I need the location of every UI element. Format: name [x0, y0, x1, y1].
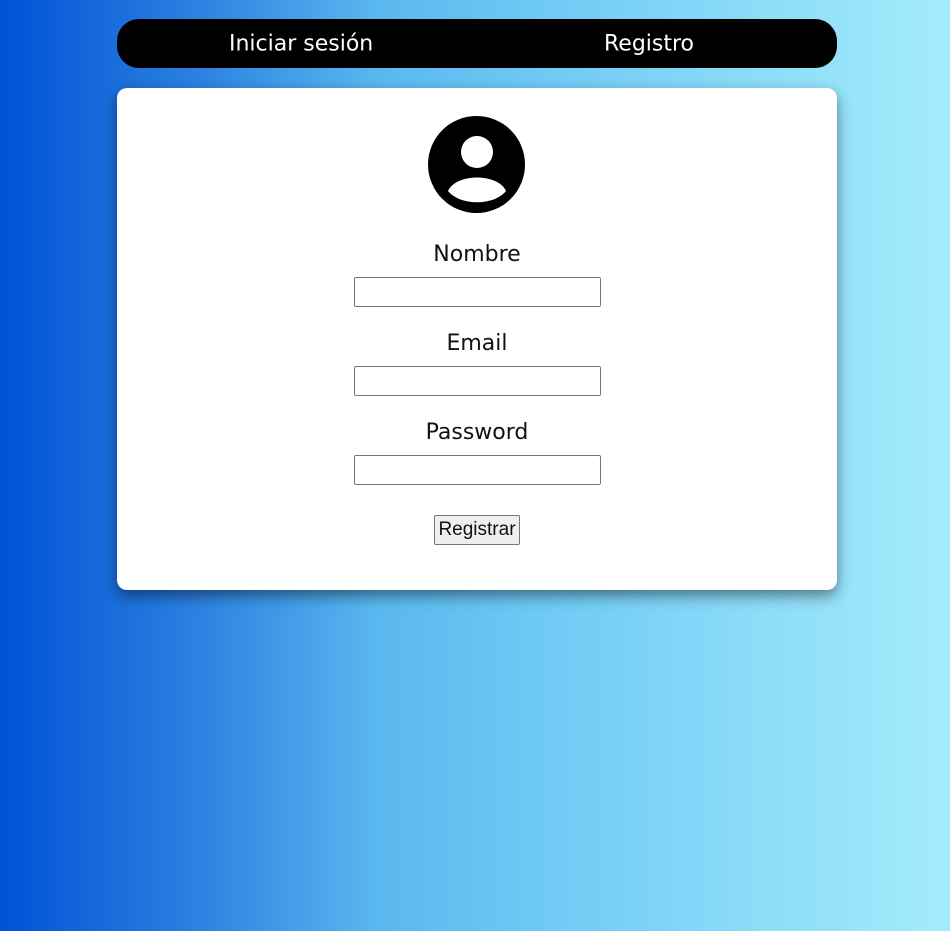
user-circle-icon: [428, 116, 525, 213]
nav-login-link[interactable]: Iniciar sesión: [229, 31, 373, 56]
email-label: Email: [446, 331, 508, 356]
password-input[interactable]: [354, 455, 601, 485]
password-label: Password: [425, 420, 529, 445]
top-nav-bar: Iniciar sesión Registro: [117, 19, 837, 68]
email-input[interactable]: [354, 366, 601, 396]
name-label: Nombre: [433, 242, 521, 267]
nav-register-link[interactable]: Registro: [604, 31, 694, 56]
register-form-card: Nombre Email Password Registrar: [117, 88, 837, 590]
name-input[interactable]: [354, 277, 601, 307]
register-button[interactable]: Registrar: [434, 515, 520, 545]
